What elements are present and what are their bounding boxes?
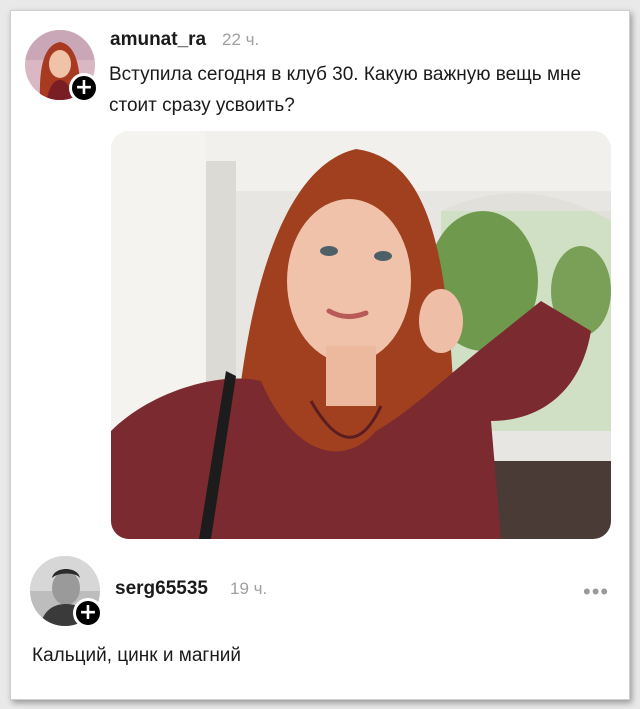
thread-card: + amunat_ra 22 ч. Вступила сегодня в клу… xyxy=(10,10,630,700)
more-options-icon[interactable]: ••• xyxy=(583,579,609,605)
post-username[interactable]: amunat_ra xyxy=(110,29,206,51)
post-body-text: Вступила сегодня в клуб 30. Какую важную… xyxy=(109,64,582,116)
follow-plus-icon[interactable]: + xyxy=(73,598,103,628)
follow-plus-icon[interactable]: + xyxy=(69,73,99,103)
comment-timestamp: 19 ч. xyxy=(230,579,268,598)
post-photo[interactable] xyxy=(111,131,611,539)
post-timestamp: 22 ч. xyxy=(222,30,260,49)
comment-username[interactable]: serg65535 xyxy=(115,578,208,600)
comment-body-text: Кальций, цинк и магний xyxy=(32,645,242,666)
